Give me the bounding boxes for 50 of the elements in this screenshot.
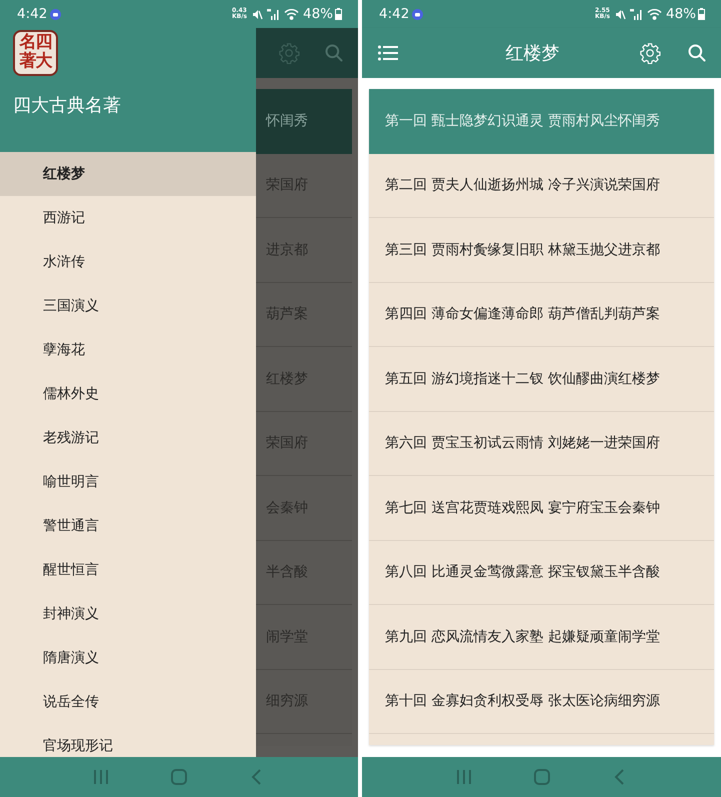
drawer-item[interactable]: 官场现形记 <box>0 724 256 757</box>
wifi-icon <box>284 8 299 20</box>
drawer-item[interactable]: 三国演义 <box>0 284 256 328</box>
recents-icon[interactable] <box>456 769 472 785</box>
chapter-item[interactable]: 第五回 游幻境指迷十二钗 饮仙醪曲演红楼梦 <box>369 347 714 412</box>
chapter-item[interactable]: 第七回 送宫花贾琏戏熙凤 宴宁府宝玉会秦钟 <box>369 476 714 540</box>
chapter-item[interactable]: 第二回 贾夫人仙逝扬州城 冷子兴演说荣国府 <box>369 154 714 218</box>
battery-icon <box>698 8 705 20</box>
mute-icon <box>614 8 626 20</box>
notification-icon <box>412 8 424 20</box>
signal-icon <box>266 8 280 20</box>
app-logo: 名四 著大 <box>13 30 58 76</box>
drawer-item[interactable]: 警世通言 <box>0 504 256 548</box>
chapter-item[interactable]: 第三回 贾雨村夤缘复旧职 林黛玉抛父进京都 <box>369 218 714 282</box>
drawer-item[interactable]: 西游记 <box>0 196 256 240</box>
drawer-item[interactable]: 红楼梦 <box>0 152 256 196</box>
search-icon[interactable] <box>687 43 707 63</box>
mute-icon <box>252 8 263 20</box>
drawer-item[interactable]: 说岳全传 <box>0 680 256 724</box>
chapter-item[interactable]: 第四回 薄命女偏逢薄命郎 葫芦僧乱判葫芦案 <box>369 282 714 347</box>
chapter-item[interactable]: 第八回 比通灵金莺微露意 探宝钗黛玉半含酸 <box>369 540 714 605</box>
chapter-item[interactable]: 第一回 甄士隐梦幻识通灵 贾雨村风尘怀闺秀 <box>369 89 714 154</box>
drawer-item[interactable]: 喻世明言 <box>0 460 256 504</box>
chapter-item[interactable]: 怀闺秀 <box>256 89 352 154</box>
drawer-item[interactable]: 水浒传 <box>0 240 256 284</box>
drawer-item[interactable]: 封神演义 <box>0 592 256 636</box>
search-icon[interactable] <box>324 43 344 63</box>
menu-icon[interactable] <box>378 45 398 61</box>
chapter-item[interactable]: 第六回 贾宝玉初试云雨情 刘姥姥一进荣国府 <box>369 412 714 476</box>
signal-icon <box>630 8 643 20</box>
battery-percent: 48% <box>666 6 696 22</box>
recents-icon[interactable] <box>93 769 109 785</box>
drawer-item[interactable]: 隋唐演义 <box>0 636 256 680</box>
drawer-item[interactable]: 老残游记 <box>0 416 256 460</box>
settings-icon[interactable] <box>278 42 300 64</box>
chapter-item[interactable]: 第十回 金寡妇贪利权受辱 张太医论病细穷源 <box>369 670 714 734</box>
drawer-title: 四大古典名著 <box>13 94 121 117</box>
drawer-item[interactable]: 儒林外史 <box>0 372 256 416</box>
battery-icon <box>335 8 342 20</box>
drawer-item[interactable]: 孽海花 <box>0 328 256 372</box>
notification-icon <box>50 8 62 20</box>
wifi-icon <box>646 8 662 20</box>
battery-percent: 48% <box>302 6 333 22</box>
clock-time: 4:42 <box>17 6 48 22</box>
toolbar-title: 红楼梦 <box>504 42 560 65</box>
chapter-item[interactable]: 第九回 恋风流情友入家塾 起嫌疑顽童闹学堂 <box>369 605 714 670</box>
home-icon[interactable] <box>534 769 550 785</box>
drawer-item[interactable]: 醒世恒言 <box>0 548 256 592</box>
clock-time: 4:42 <box>379 6 410 22</box>
home-icon[interactable] <box>171 769 187 785</box>
